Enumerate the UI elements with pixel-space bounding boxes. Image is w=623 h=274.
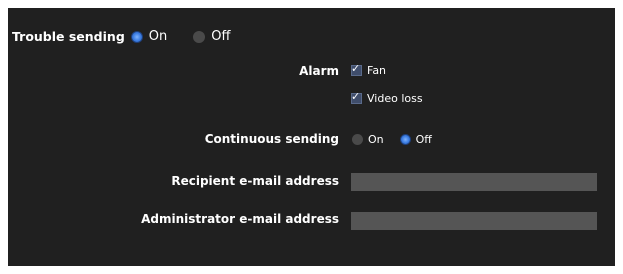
video-loss-label[interactable]: Video loss — [367, 92, 423, 105]
trouble-sending-label: Trouble sending — [12, 29, 125, 44]
trouble-sending-panel: Trouble sending On Off Alarm ✓ Fan ✓ Vid… — [8, 8, 615, 266]
fan-checkbox[interactable]: ✓ — [351, 62, 362, 76]
administrator-email-label: Administrator e-mail address — [141, 212, 339, 226]
administrator-email-input[interactable] — [351, 212, 597, 230]
recipient-email-label: Recipient e-mail address — [171, 174, 339, 188]
checkmark-icon: ✓ — [351, 62, 361, 75]
alarm-fan-option[interactable]: ✓ Fan — [351, 62, 386, 77]
trouble-sending-off-label[interactable]: Off — [211, 29, 230, 44]
continuous-sending-label: Continuous sending — [204, 132, 339, 146]
continuous-sending-on-radio[interactable] — [352, 134, 363, 145]
trouble-sending-row: Trouble sending On Off — [12, 29, 230, 44]
continuous-sending-on-label[interactable]: On — [368, 133, 384, 146]
trouble-sending-off-radio[interactable] — [193, 30, 206, 43]
video-loss-checkbox[interactable]: ✓ — [351, 90, 362, 104]
checkmark-icon: ✓ — [351, 90, 361, 103]
continuous-sending-options: On Off — [352, 133, 432, 146]
alarm-video-loss-option[interactable]: ✓ Video loss — [351, 90, 423, 105]
recipient-email-input[interactable] — [351, 173, 597, 191]
alarm-label: Alarm — [299, 64, 339, 78]
continuous-sending-off-label[interactable]: Off — [416, 133, 432, 146]
continuous-sending-off-radio[interactable] — [399, 134, 411, 145]
trouble-sending-on-label[interactable]: On — [149, 29, 167, 44]
fan-label[interactable]: Fan — [367, 64, 386, 77]
trouble-sending-on-radio[interactable] — [130, 30, 143, 43]
